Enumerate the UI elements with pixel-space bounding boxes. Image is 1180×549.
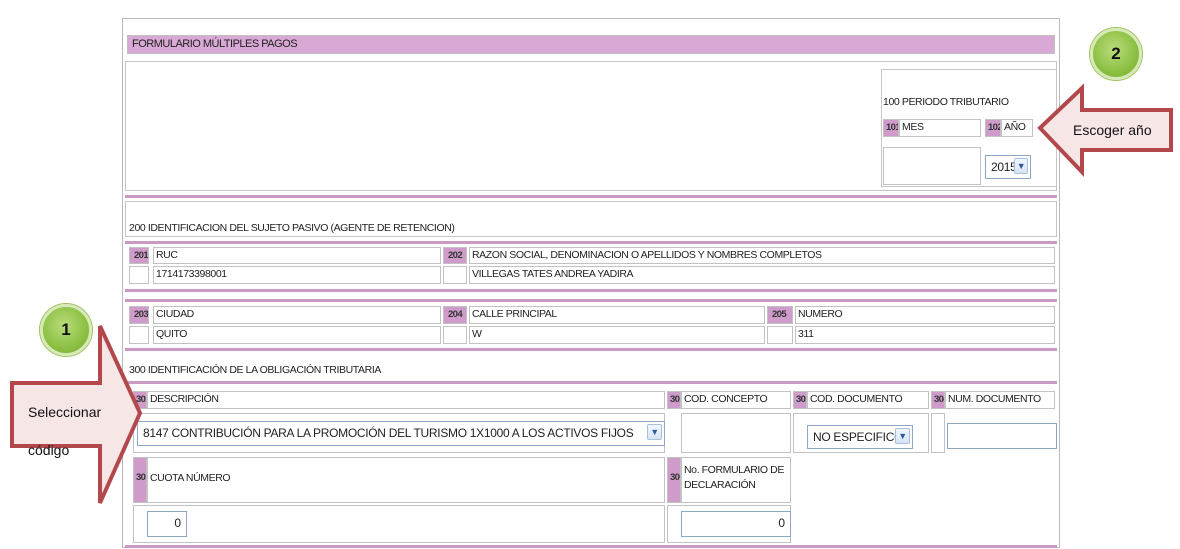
divider <box>125 545 1057 548</box>
chevron-down-icon[interactable]: ▼ <box>647 424 662 440</box>
descripcion-select-value: 8147 CONTRIBUCIÓN PARA LA PROMOCIÓN DEL … <box>143 426 634 440</box>
numdoc-spacer <box>931 413 945 453</box>
numero-spacer <box>767 326 793 344</box>
ruc-number: 201 <box>129 247 149 264</box>
formdecl-label-line1: No. FORMULARIO DE <box>684 464 784 476</box>
select-code-text-line1: Seleccionar <box>28 404 102 420</box>
concepto-field <box>681 413 791 453</box>
descripcion-select[interactable]: 8147 CONTRIBUCIÓN PARA LA PROMOCIÓN DEL … <box>137 421 665 446</box>
cuota-spacer <box>133 505 665 543</box>
obligacion-header: 300 IDENTIFICACIÓN DE LA OBLIGACIÓN TRIB… <box>129 364 381 376</box>
divider <box>125 241 1057 244</box>
chevron-down-icon[interactable]: ▼ <box>1014 158 1028 174</box>
divider <box>125 299 1057 302</box>
select-code-text-line2: código <box>28 442 70 458</box>
formdecl-label: No. FORMULARIO DE DECLARACIÓN <box>681 457 791 503</box>
cuota-input[interactable]: 0 <box>147 511 187 537</box>
divider <box>125 348 1057 351</box>
documento-select[interactable]: NO ESPECIFICO ▼ <box>807 425 913 449</box>
calle-spacer <box>443 326 467 344</box>
divider <box>125 289 1057 292</box>
documento-select-value: NO ESPECIFICO <box>813 430 904 444</box>
calle-number: 204 <box>443 306 467 324</box>
select-code-text: Seleccionar código <box>28 401 101 461</box>
mes-label: MES <box>899 119 981 137</box>
razon-spacer <box>443 266 467 284</box>
chevron-down-icon[interactable]: ▼ <box>895 428 910 444</box>
numdoc-number: 304 <box>931 391 945 409</box>
cuota-number: 305 <box>133 457 147 503</box>
numdoc-input[interactable] <box>947 423 1057 449</box>
divider <box>125 195 1057 198</box>
ruc-spacer <box>129 266 149 284</box>
divider <box>125 381 1057 384</box>
numero-label: NUMERO <box>795 306 1055 324</box>
numero-number: 205 <box>767 306 793 324</box>
anio-select-value: 2015 <box>991 160 1017 174</box>
periodo-header: 100 PERIODO TRIBUTARIO <box>883 96 1009 108</box>
calle-label: CALLE PRINCIPAL <box>469 306 765 324</box>
concepto-label: COD. CONCEPTO <box>681 391 791 409</box>
form-title-bar: FORMULARIO MÚLTIPLES PAGOS <box>127 35 1055 54</box>
numdoc-label: NUM. DOCUMENTO <box>945 391 1055 409</box>
mes-number: 101 <box>883 119 899 137</box>
ciudad-spacer <box>129 326 149 344</box>
step-one-badge: 1 <box>40 304 92 356</box>
cuota-input-value: 0 <box>174 516 181 530</box>
formdecl-input[interactable]: 0 <box>681 511 791 537</box>
descripcion-number: 302 <box>133 391 147 409</box>
ciudad-value: QUITO <box>153 326 441 344</box>
formdecl-input-value: 0 <box>778 516 785 530</box>
anio-select[interactable]: 2015 ▼ <box>985 155 1031 179</box>
ciudad-label: CIUDAD <box>153 306 441 324</box>
ruc-value: 1714173398001 <box>153 266 441 284</box>
step-two-badge: 2 <box>1090 28 1142 80</box>
anio-number: 102 <box>985 119 1001 137</box>
calle-value: W <box>469 326 765 344</box>
choose-year-text: Escoger año <box>1073 122 1152 138</box>
documento-label: COD. DOCUMENTO <box>807 391 929 409</box>
formdecl-label-line2: DECLARACIÓN <box>684 479 756 491</box>
mes-field <box>883 147 981 185</box>
multiple-payments-form: FORMULARIO MÚLTIPLES PAGOS 100 PERIODO T… <box>122 18 1060 548</box>
ruc-label: RUC <box>153 247 441 264</box>
sujeto-header: 200 IDENTIFICACION DEL SUJETO PASIVO (AG… <box>129 222 455 234</box>
ciudad-number: 203 <box>129 306 149 324</box>
descripcion-label: DESCRIPCIÓN <box>147 391 665 409</box>
form-title: FORMULARIO MÚLTIPLES PAGOS <box>132 38 298 50</box>
numero-value: 311 <box>795 326 1055 344</box>
cuota-label: CUOTA NÚMERO <box>147 457 665 503</box>
razon-value: VILLEGAS TATES ANDREA YADIRA <box>469 266 1055 284</box>
concepto-number: 301 <box>667 391 681 409</box>
formdecl-number: 306 <box>667 457 681 503</box>
documento-number: 303 <box>793 391 807 409</box>
razon-label: RAZON SOCIAL, DENOMINACION O APELLIDOS Y… <box>469 247 1055 264</box>
razon-number: 202 <box>443 247 467 264</box>
anio-label: AÑO <box>1001 119 1033 137</box>
